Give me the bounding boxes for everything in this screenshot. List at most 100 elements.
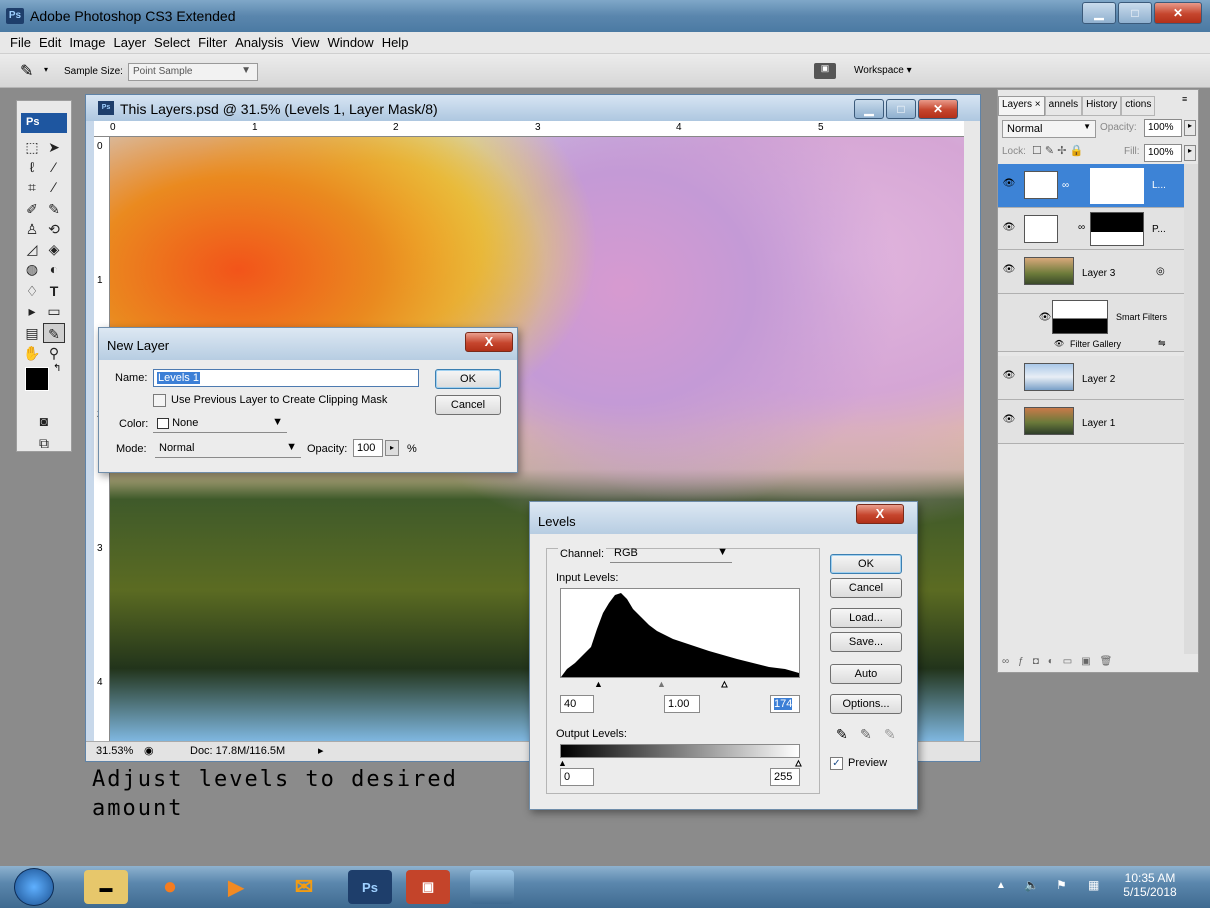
crop-tool-icon[interactable]: ⌗ xyxy=(21,177,43,197)
menu-select[interactable]: Select xyxy=(154,35,190,50)
black-eyedropper-icon[interactable]: ✎ xyxy=(836,726,848,743)
show-hidden-icons[interactable]: ▲ xyxy=(996,880,1006,891)
output-white-field[interactable]: 255 xyxy=(770,768,800,786)
maximize-button[interactable]: □ xyxy=(1118,2,1152,24)
opacity-slider-button[interactable]: ▸ xyxy=(385,440,399,456)
clipping-mask-checkbox[interactable] xyxy=(153,394,166,407)
layer-mask-thumbnail[interactable] xyxy=(1090,212,1144,246)
marquee-tool-icon[interactable]: ⬚ xyxy=(21,137,43,157)
white-eyedropper-icon[interactable]: ✎ xyxy=(884,726,896,743)
menu-help[interactable]: Help xyxy=(382,35,409,50)
color-select[interactable]: None ▼ xyxy=(153,415,287,433)
eye-icon[interactable]: 👁 xyxy=(1002,414,1016,426)
output-black-field[interactable]: 0 xyxy=(560,768,594,786)
tool-preset-dropdown-icon[interactable]: ▾ xyxy=(44,65,48,74)
save-button[interactable]: Save... xyxy=(830,632,902,652)
action-center-flag-icon[interactable]: ⚑ xyxy=(1056,878,1067,892)
quick-mask-icon[interactable]: ◙ xyxy=(33,411,55,431)
start-button[interactable] xyxy=(14,868,54,906)
zoom-tool-icon[interactable]: ⚲ xyxy=(43,343,65,363)
filter-gallery-row[interactable]: 👁 Filter Gallery ⇋ xyxy=(998,338,1184,352)
network-icon[interactable]: ▦ xyxy=(1088,878,1099,892)
history-brush-tool-icon[interactable]: ⟲ xyxy=(43,219,65,239)
layers-scrollbar[interactable] xyxy=(1184,164,1198,654)
doc-close-button[interactable]: ✕ xyxy=(918,99,958,119)
output-white-slider[interactable]: ▲ xyxy=(794,758,804,769)
mail-icon[interactable]: ✉ xyxy=(282,870,326,904)
vertical-scrollbar[interactable] xyxy=(964,121,980,741)
ok-button[interactable]: OK xyxy=(435,369,501,389)
tab-channels[interactable]: annels xyxy=(1044,96,1083,116)
input-white-slider[interactable]: ▲ xyxy=(720,679,730,690)
layers-footer-icons[interactable]: ∞ƒ◘◐▭▣🗑 xyxy=(1002,656,1196,667)
volume-icon[interactable]: 🔈 xyxy=(1024,878,1039,892)
photos-icon[interactable] xyxy=(470,870,514,904)
swap-colors-icon[interactable]: ↰ xyxy=(53,363,61,374)
options-button[interactable]: Options... xyxy=(830,694,902,714)
eye-icon[interactable]: 👁 xyxy=(1038,312,1052,324)
fill-input[interactable]: 100% xyxy=(1144,144,1182,162)
lock-icons[interactable]: ☐ ✎ ✢ 🔒 xyxy=(1032,144,1083,157)
doc-maximize-button[interactable]: □ xyxy=(886,99,916,119)
hand-tool-icon[interactable]: ✋ xyxy=(21,343,43,363)
channel-select[interactable]: RGB ▼ xyxy=(610,545,732,563)
cancel-button[interactable]: Cancel xyxy=(435,395,501,415)
dialog-close-button[interactable]: X xyxy=(465,332,513,352)
status-menu-icon[interactable]: ◉ xyxy=(144,744,154,757)
foreground-color-swatch[interactable] xyxy=(25,367,49,391)
screen-mode-icon[interactable]: ⧉ xyxy=(33,433,55,453)
zoom-level[interactable]: 31.53% xyxy=(96,745,133,757)
panel-menu-icon[interactable]: ≡ xyxy=(1182,94,1187,104)
layer-name-input[interactable]: Levels 1 xyxy=(153,369,419,387)
type-tool-icon[interactable]: T xyxy=(43,281,65,301)
minimize-button[interactable]: ▁ xyxy=(1082,2,1116,24)
paint-bucket-tool-icon[interactable]: ◈ xyxy=(43,239,65,259)
auto-button[interactable]: Auto xyxy=(830,664,902,684)
bridge-icon[interactable]: ▣ xyxy=(814,63,836,79)
photoshop-taskbar-icon[interactable]: Ps xyxy=(348,870,392,904)
workspace-button[interactable]: Workspace ▾ xyxy=(854,65,912,76)
brush-tool-icon[interactable]: ✎ xyxy=(43,199,65,219)
layer-row-layer1[interactable]: 👁 Layer 1 xyxy=(998,400,1184,444)
smart-filter-icon[interactable]: ◎ xyxy=(1156,266,1165,277)
tab-actions[interactable]: ctions xyxy=(1121,96,1156,116)
status-arrow-icon[interactable]: ▸ xyxy=(318,744,324,757)
clock[interactable]: 10:35 AM 5/15/2018 xyxy=(1120,871,1180,899)
menu-view[interactable]: View xyxy=(291,35,319,50)
menu-image[interactable]: Image xyxy=(69,35,105,50)
layer-row-photo-filter[interactable]: 👁 ∞ P... xyxy=(998,208,1184,250)
shape-tool-icon[interactable]: ▭ xyxy=(43,301,65,321)
layer-mask-thumbnail[interactable] xyxy=(1090,168,1144,204)
move-tool-icon[interactable]: ➤ xyxy=(43,137,65,157)
sample-size-select[interactable]: Point Sample ▼ xyxy=(128,63,258,81)
link-icon[interactable]: ∞ xyxy=(1078,222,1085,233)
blur-tool-icon[interactable]: ◍ xyxy=(21,259,43,279)
path-selection-tool-icon[interactable]: ▸ xyxy=(21,301,43,321)
dialog-close-button[interactable]: X xyxy=(856,504,904,524)
preview-checkbox[interactable]: ✓ xyxy=(830,757,843,770)
menu-window[interactable]: Window xyxy=(327,35,373,50)
menu-edit[interactable]: Edit xyxy=(39,35,61,50)
eye-icon[interactable]: 👁 xyxy=(1052,339,1066,351)
eye-icon[interactable]: 👁 xyxy=(1002,222,1016,234)
layer-row-levels[interactable]: 👁 ∞ L... xyxy=(998,164,1184,208)
opacity-slider-button[interactable]: ▸ xyxy=(1184,120,1196,136)
smart-filter-mask-thumbnail[interactable] xyxy=(1052,300,1108,334)
eye-icon[interactable]: 👁 xyxy=(1002,370,1016,382)
input-white-field[interactable]: 174 xyxy=(770,695,800,713)
slice-tool-icon[interactable]: ∕ xyxy=(43,177,65,197)
eyedropper-tool-icon[interactable]: ✎ xyxy=(43,323,65,343)
cancel-button[interactable]: Cancel xyxy=(830,578,902,598)
menu-layer[interactable]: Layer xyxy=(114,35,147,50)
layer-row-layer2[interactable]: 👁 Layer 2 xyxy=(998,356,1184,400)
tab-history[interactable]: History xyxy=(1082,96,1122,116)
opacity-input[interactable]: 100 xyxy=(353,439,383,457)
doc-minimize-button[interactable]: ▁ xyxy=(854,99,884,119)
clone-stamp-tool-icon[interactable]: ♙ xyxy=(21,219,43,239)
dodge-tool-icon[interactable]: ◐ xyxy=(43,259,65,279)
output-black-slider[interactable]: ▲ xyxy=(558,758,567,768)
media-player-icon[interactable]: ▶ xyxy=(214,870,258,904)
magic-wand-tool-icon[interactable]: ⁄ xyxy=(43,157,65,177)
tab-layers[interactable]: Layers × xyxy=(998,96,1045,116)
input-gamma-slider[interactable]: ▲ xyxy=(657,679,666,689)
